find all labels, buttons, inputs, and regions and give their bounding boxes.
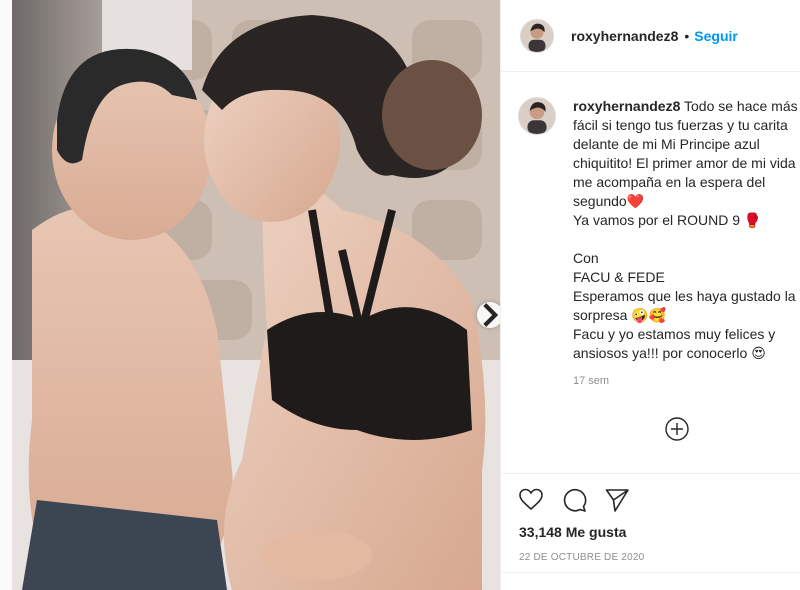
add-comment-bar[interactable] — [501, 572, 800, 590]
send-icon[interactable] — [604, 487, 630, 513]
post-photo[interactable] — [12, 0, 500, 590]
username-link[interactable]: roxyhernandez8 — [571, 28, 678, 44]
post-header: roxyhernandez8 • Seguir — [501, 0, 800, 72]
plus-circle-icon[interactable] — [664, 416, 690, 442]
follow-button[interactable]: Seguir — [694, 28, 738, 44]
avatar[interactable] — [520, 18, 554, 53]
comment-icon[interactable] — [561, 487, 587, 513]
caption-username[interactable]: roxyhernandez8 — [573, 98, 680, 114]
post-sidebar: roxyhernandez8 • Seguir roxyhernandez8 T… — [500, 0, 800, 590]
next-photo-button[interactable] — [477, 302, 500, 328]
chevron-right-icon — [483, 303, 499, 327]
caption-body: Todo se hace más fácil si tengo tus fuer… — [573, 98, 798, 361]
post-time[interactable]: 17 sem — [573, 375, 800, 387]
page-gutter — [0, 0, 12, 590]
like-count[interactable]: 33,148 Me gusta — [501, 514, 800, 540]
caption-avatar[interactable] — [518, 97, 556, 135]
avatar-image — [521, 19, 553, 52]
caption-row: roxyhernandez8 Todo se hace más fácil si… — [501, 73, 800, 387]
avatar-image — [519, 98, 555, 134]
separator-dot: • — [684, 27, 690, 44]
post-actions: 33,148 Me gusta 22 DE OCTUBRE DE 2020 — [501, 473, 800, 563]
action-bar — [501, 474, 800, 514]
caption-text: roxyhernandez8 Todo se hace más fácil si… — [573, 97, 800, 363]
heart-icon[interactable] — [518, 487, 544, 513]
post-date: 22 DE OCTUBRE DE 2020 — [519, 552, 645, 563]
comments-section: roxyhernandez8 Todo se hace más fácil si… — [501, 73, 800, 473]
post-image — [12, 0, 500, 590]
